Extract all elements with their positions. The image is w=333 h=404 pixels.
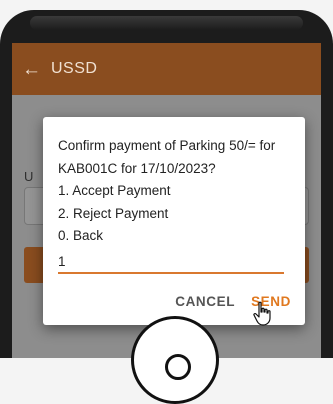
background-field-label: U [24, 169, 34, 184]
ussd-reply-input[interactable] [58, 250, 284, 274]
message-line: 2. Reject Payment [58, 205, 169, 221]
ussd-dialog: Confirm payment of Parking 50/= for KAB0… [43, 117, 305, 325]
message-line: Confirm payment of Parking 50/= for [58, 138, 276, 153]
app-title: USSD [51, 60, 98, 77]
hand-pointer-icon [253, 301, 271, 326]
message-line: 1. Accept Payment [58, 183, 171, 198]
home-button-icon [131, 316, 219, 404]
app-bar: ← USSD [12, 43, 321, 95]
dialog-message: Confirm payment of Parking 50/= for KAB0… [58, 135, 298, 248]
phone-top-bezel [30, 16, 303, 30]
message-line: KAB001C for 17/10/2023? [58, 160, 216, 176]
arrow-left-icon[interactable]: ← [22, 60, 41, 79]
cancel-button[interactable]: CANCEL [175, 294, 235, 309]
message-line: 0. Back [58, 228, 104, 243]
